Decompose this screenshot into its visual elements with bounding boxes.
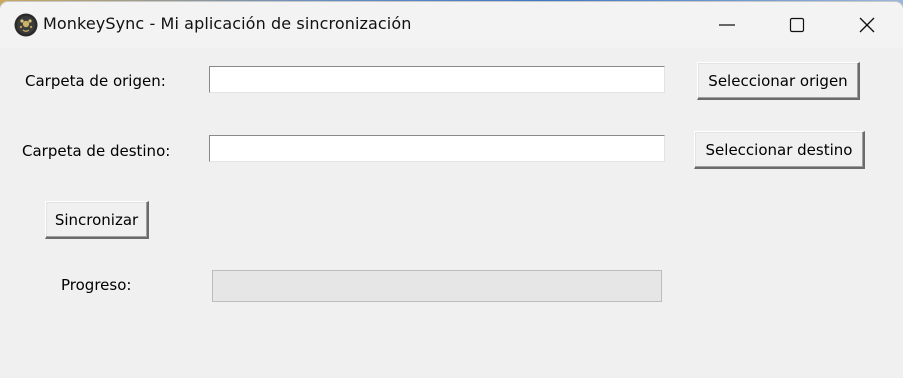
maximize-icon bbox=[789, 17, 805, 33]
close-icon bbox=[859, 17, 875, 33]
select-destination-button[interactable]: Seleccionar destino bbox=[694, 131, 865, 169]
progress-label: Progreso: bbox=[61, 276, 132, 294]
maximize-button[interactable] bbox=[762, 2, 832, 48]
monkey-app-icon bbox=[14, 13, 38, 37]
synchronize-button[interactable]: Sincronizar bbox=[45, 201, 149, 239]
app-window: MonkeySync - Mi aplicación de sincroniza… bbox=[0, 2, 903, 378]
source-folder-label: Carpeta de origen: bbox=[25, 72, 166, 90]
close-button[interactable] bbox=[832, 2, 902, 48]
minimize-button[interactable] bbox=[692, 2, 762, 48]
title-bar[interactable]: MonkeySync - Mi aplicación de sincroniza… bbox=[0, 2, 903, 48]
destination-folder-label: Carpeta de destino: bbox=[22, 142, 171, 160]
destination-folder-input[interactable] bbox=[209, 135, 665, 162]
window-title: MonkeySync - Mi aplicación de sincroniza… bbox=[43, 14, 412, 33]
progress-bar bbox=[212, 270, 662, 302]
select-source-button[interactable]: Seleccionar origen bbox=[697, 62, 860, 100]
source-folder-input[interactable] bbox=[209, 66, 665, 93]
minimize-icon bbox=[719, 24, 735, 26]
